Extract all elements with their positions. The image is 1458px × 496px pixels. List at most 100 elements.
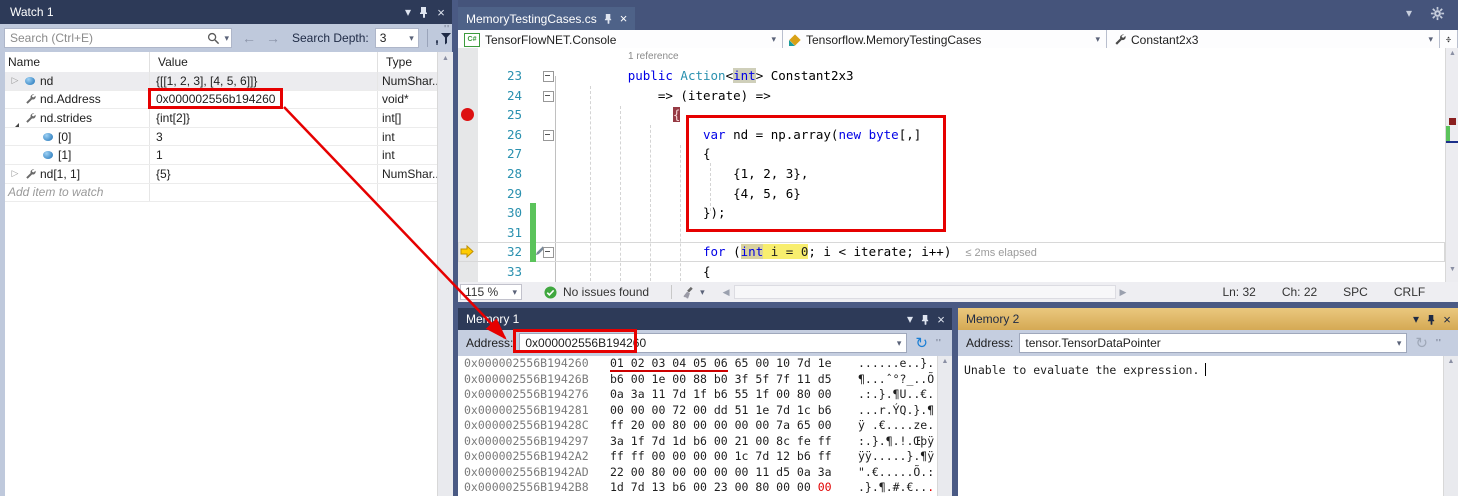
refresh-icon-disabled[interactable]: ↻ <box>1415 334 1428 352</box>
search-icon[interactable] <box>207 32 220 45</box>
close-icon[interactable]: × <box>1439 308 1455 330</box>
memory2-address-input[interactable]: tensor.TensorDataPointer ▾ <box>1019 333 1407 353</box>
window-position-icon[interactable]: ▾ <box>1400 6 1418 20</box>
overflow-button[interactable]: '' <box>936 338 942 349</box>
code-line-26[interactable]: 26 var nd = np.array(new byte[,] <box>458 125 1445 145</box>
hscroll-right-icon[interactable]: ▶ <box>1120 287 1127 298</box>
watch-value[interactable]: 1 <box>150 146 378 164</box>
collapse-box-icon[interactable] <box>543 91 554 102</box>
close-icon[interactable]: × <box>433 0 449 24</box>
column-header-value[interactable]: Value <box>150 52 378 72</box>
code-line-29[interactable]: 29 {4, 5, 6} <box>458 184 1445 204</box>
codelens-references[interactable]: 1 reference <box>628 51 679 62</box>
scroll-up-icon[interactable]: ▲ <box>1444 358 1458 365</box>
expander-collapsed-icon[interactable]: ▷ <box>8 168 22 179</box>
memory-hex-bytes[interactable]: 00 00 00 72 00 dd 51 1e 7d 1c b6 <box>610 403 832 419</box>
fold-column[interactable] <box>540 66 556 86</box>
column-header-type[interactable]: Type <box>378 52 437 72</box>
overflow-button[interactable]: '' <box>444 24 450 35</box>
scroll-up-icon[interactable]: ▲ <box>1446 50 1458 57</box>
window-position-icon[interactable]: ▾ <box>400 0 416 24</box>
watch-scrollbar[interactable]: ▲ <box>437 52 453 496</box>
code-lines[interactable]: 23 public Action<int> Constant2x324 => (… <box>458 66 1445 282</box>
column-header-name[interactable]: Name <box>0 52 150 72</box>
memory-hex-bytes[interactable]: 1d 7d 13 b6 00 23 00 80 00 00 00 <box>610 480 832 496</box>
memory-row[interactable]: 0x000002556B1942B81d 7d 13 b6 00 23 00 8… <box>458 480 938 496</box>
code-line-32[interactable]: 32 for (int i = 0; i < iterate; i++)≤ 2m… <box>458 242 1445 262</box>
collapse-box-icon[interactable] <box>543 130 554 141</box>
overflow-button[interactable]: '' <box>1436 338 1442 349</box>
pin-icon[interactable] <box>917 308 933 330</box>
fold-column[interactable] <box>540 125 556 145</box>
memory-hex-bytes[interactable]: ff ff 00 00 00 00 1c 7d 12 b6 ff <box>610 449 832 465</box>
memory1-hex-rows[interactable]: 0x000002556B19426001 02 03 04 05 06 65 0… <box>458 356 938 496</box>
code-line-33[interactable]: 33 { <box>458 262 1445 282</box>
watch-value[interactable]: {[[1, 2, 3], [4, 5, 6]]} <box>150 72 378 90</box>
editor-scrollbar[interactable]: ▲ ▼ <box>1445 48 1458 282</box>
code-line-23[interactable]: 23 public Action<int> Constant2x3 <box>458 66 1445 86</box>
memory-hex-bytes[interactable]: b6 00 1e 00 88 b0 3f 5f 7f 11 d5 <box>610 372 832 388</box>
code-cleanup-button[interactable]: ▾ <box>682 286 705 299</box>
collapse-box-icon[interactable] <box>543 71 554 82</box>
watch-row[interactable]: ▷nd[1, 1]{5}NumShar... <box>0 165 437 184</box>
zoom-dropdown[interactable]: 115 % ▾ <box>460 284 522 300</box>
memory-hex-bytes[interactable]: ff 20 00 80 00 00 00 00 7a 65 00 <box>610 418 832 434</box>
memory-row[interactable]: 0x000002556B19428100 00 00 72 00 dd 51 1… <box>458 403 938 419</box>
close-icon[interactable]: × <box>933 308 949 330</box>
memory-row[interactable]: 0x000002556B1942760a 3a 11 7d 1f b6 55 1… <box>458 387 938 403</box>
code-editor[interactable]: 1 reference 23 public Action<int> Consta… <box>458 48 1445 282</box>
scroll-up-icon[interactable]: ▲ <box>438 55 453 62</box>
search-options-dropdown-icon[interactable]: ▾ <box>224 33 229 44</box>
horizontal-scrollbar[interactable] <box>734 285 1116 299</box>
code-line-30[interactable]: 30 }); <box>458 203 1445 223</box>
watch-row[interactable]: nd.Address0x000002556b194260void* <box>0 91 437 110</box>
add-item-text[interactable]: Add item to watch <box>0 184 150 202</box>
memory-row[interactable]: 0x000002556B1942973a 1f 7d 1d b6 00 21 0… <box>458 434 938 450</box>
code-line-25[interactable]: 25 { <box>458 105 1445 125</box>
memory-hex-bytes[interactable]: 0a 3a 11 7d 1f b6 55 1f 00 80 00 <box>610 387 832 403</box>
search-input[interactable]: Search (Ctrl+E) ▾ <box>4 28 232 48</box>
search-depth-dropdown[interactable]: 3 ▾ <box>375 28 419 48</box>
back-arrow-icon[interactable]: ← <box>242 30 256 46</box>
memory1-scrollbar[interactable]: ▲ <box>937 356 952 496</box>
memory1-address-input[interactable]: 0x000002556B194260 ▾ <box>519 333 907 353</box>
memory2-scrollbar[interactable]: ▲ <box>1443 356 1458 496</box>
forward-arrow-icon[interactable]: → <box>266 30 280 46</box>
watch-value[interactable]: {int[2]} <box>150 109 378 127</box>
watch-value[interactable]: 3 <box>150 128 378 146</box>
member-dropdown[interactable]: Constant2x3 ▾ <box>1107 30 1440 49</box>
tab-memorytestingcases[interactable]: MemoryTestingCases.cs × <box>458 7 635 30</box>
project-dropdown[interactable]: C# TensorFlowNET.Console ▾ <box>458 30 783 49</box>
memory-row[interactable]: 0x000002556B19428Cff 20 00 80 00 00 00 0… <box>458 418 938 434</box>
split-window-button[interactable] <box>1440 30 1458 49</box>
pin-icon[interactable] <box>604 13 613 24</box>
fold-column[interactable] <box>540 242 556 262</box>
window-position-icon[interactable]: ▾ <box>902 308 918 330</box>
close-icon[interactable]: × <box>620 11 628 26</box>
memory-row[interactable]: 0x000002556B19426001 02 03 04 05 06 65 0… <box>458 356 938 372</box>
memory-row[interactable]: 0x000002556B19426Bb6 00 1e 00 88 b0 3f 5… <box>458 372 938 388</box>
code-line-27[interactable]: 27 { <box>458 144 1445 164</box>
scroll-up-icon[interactable]: ▲ <box>938 358 952 365</box>
watch-row[interactable]: ▷nd{[[1, 2, 3], [4, 5, 6]]}NumShar... <box>0 72 437 91</box>
add-watch-row[interactable]: Add item to watch <box>0 184 437 203</box>
issues-indicator[interactable]: No issues found <box>544 285 649 299</box>
watch-row[interactable]: [0]3int <box>0 128 437 147</box>
class-dropdown[interactable]: Tensorflow.MemoryTestingCases ▾ <box>783 30 1107 49</box>
memory-row[interactable]: 0x000002556B1942A2ff ff 00 00 00 00 1c 7… <box>458 449 938 465</box>
watch-row[interactable]: [1]1int <box>0 146 437 165</box>
memory-hex-bytes[interactable]: 22 00 80 00 00 00 00 11 d5 0a 3a <box>610 465 832 481</box>
code-line-24[interactable]: 24 => (iterate) => <box>458 86 1445 106</box>
hscroll-left-icon[interactable]: ◀ <box>723 287 730 298</box>
memory-hex-bytes[interactable]: 01 02 03 04 05 06 65 00 10 7d 1e <box>610 356 832 372</box>
pin-icon[interactable] <box>1423 308 1439 330</box>
watch-value[interactable]: 0x000002556b194260 <box>150 91 378 109</box>
code-line-28[interactable]: 28 {1, 2, 3}, <box>458 164 1445 184</box>
pin-icon[interactable] <box>416 0 432 24</box>
scroll-down-icon[interactable]: ▼ <box>1446 266 1458 273</box>
collapse-box-icon[interactable] <box>543 247 554 258</box>
watch-row[interactable]: nd.strides{int[2]}int[] <box>0 109 437 128</box>
window-position-icon[interactable]: ▾ <box>1408 308 1424 330</box>
gear-icon[interactable] <box>1430 6 1448 21</box>
memory-row[interactable]: 0x000002556B1942AD22 00 80 00 00 00 00 1… <box>458 465 938 481</box>
